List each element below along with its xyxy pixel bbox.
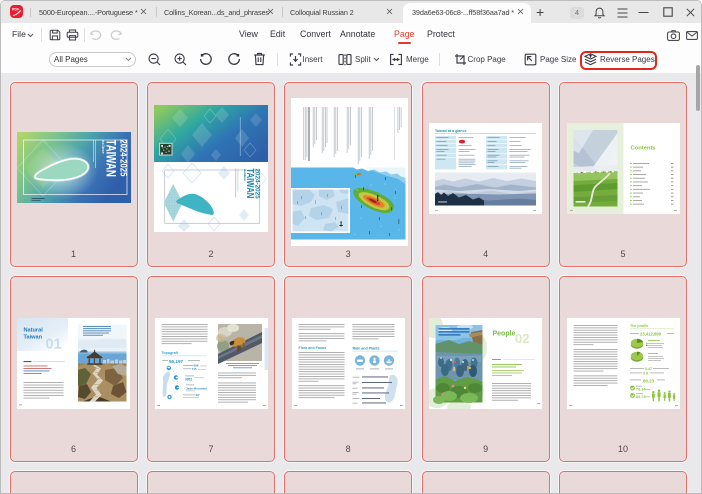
svg-text:Contents: Contents <box>630 145 655 151</box>
svg-text:745: 745 <box>191 367 196 371</box>
svg-text:0.47: 0.47 <box>645 367 652 371</box>
svg-text:Taiwan at a glance: Taiwan at a glance <box>435 129 467 133</box>
svg-text:Flora and Fauna: Flora and Fauna <box>299 346 328 350</box>
svg-text:People: People <box>493 330 516 337</box>
svg-text:76.14: 76.14 <box>636 387 646 391</box>
svg-text:at a Glance: at a Glance <box>243 169 247 181</box>
svg-text:23°: 23° <box>195 393 200 397</box>
svg-text:3952: 3952 <box>185 377 192 381</box>
svg-text:01: 01 <box>46 336 62 352</box>
svg-text:02: 02 <box>515 331 529 346</box>
svg-text:Jade Mountain: Jade Mountain <box>186 386 207 390</box>
svg-text:56,197: 56,197 <box>169 359 183 364</box>
svg-text:The profile: The profile <box>630 324 648 328</box>
svg-text:9.8: 9.8 <box>643 371 648 375</box>
svg-text:at a Glance: at a Glance <box>101 140 105 154</box>
svg-text:23,412,899: 23,412,899 <box>640 331 662 336</box>
svg-text:PDF: PDF <box>12 8 20 12</box>
svg-text:Rain and Plants: Rain and Plants <box>353 346 380 350</box>
svg-text:80.23: 80.23 <box>643 378 655 383</box>
svg-text:Natural: Natural <box>24 327 44 333</box>
svg-text:83.74: 83.74 <box>636 395 646 399</box>
svg-text:Topografi: Topografi <box>161 351 177 355</box>
svg-text:2024-2025: 2024-2025 <box>119 139 129 176</box>
svg-text:Taiwan: Taiwan <box>24 334 43 340</box>
